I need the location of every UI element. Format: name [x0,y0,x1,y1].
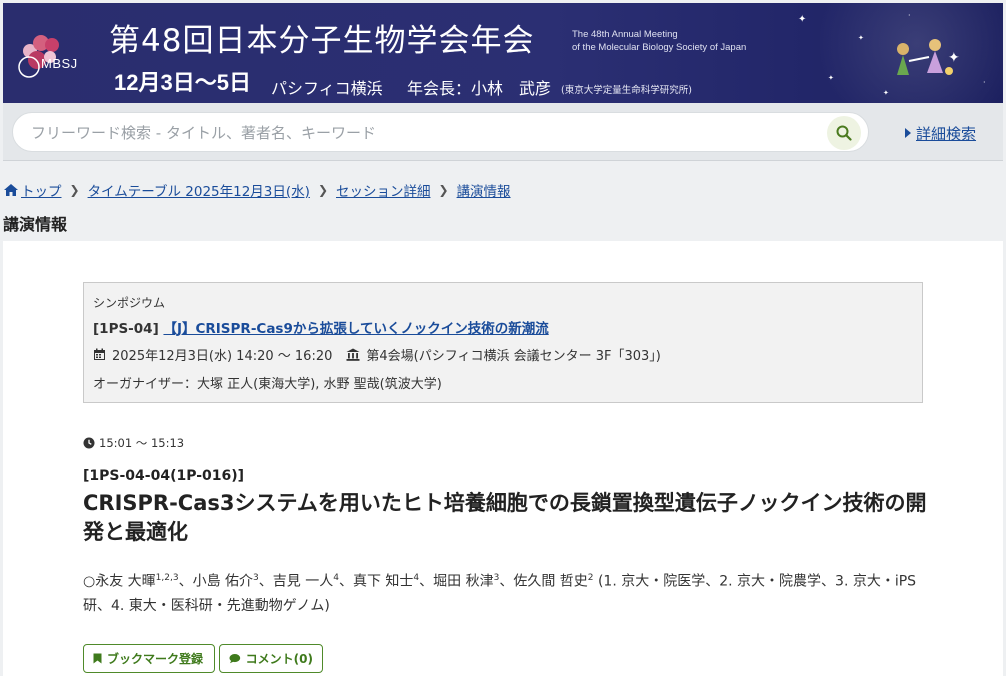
comment-icon [229,654,241,664]
bookmark-icon [93,653,102,664]
caret-right-icon [905,128,911,138]
talk-title: CRISPR-Cas3システムを用いたヒト培養細胞での長鎖置換型遺伝子ノックイン… [83,491,927,544]
author-list: ○永友 大暉1,2,3、小島 佑介3、吉見 一人4、真下 知士4、堀田 秋津3、… [83,573,917,614]
breadcrumb: トップ ❯ タイムテーブル 2025年12月3日(水) ❯ セッション詳細 ❯ … [3,180,511,200]
page-title: 講演情報 [3,215,68,234]
chevron-right-icon: ❯ [69,183,80,197]
dancing-figures-illustration [897,39,953,75]
search-box [12,112,869,152]
conference-dates-text: 12月3日〜5日 [114,70,251,95]
conference-banner[interactable]: ✦ ✦ · ✦ ✦ · ✦ MBSJ 第48回日本分子生物学会年会 The 48… [3,3,1003,103]
session-title-link[interactable]: 【J】CRISPR-Cas9から拡張していくノックイン技術の新潮流 [163,321,548,337]
conference-dates: 12月3日〜5日 [114,65,251,97]
session-datetime: 2025年12月3日(水) 14:20 〜 16:20 [112,349,333,364]
comment-label: コメント(0) [245,652,313,666]
session-type: シンポジウム [93,296,166,310]
advanced-search-label: 詳細検索 [916,125,977,143]
author-affiliation-number: 4 [413,573,420,583]
session-room: 第4会場(パシフィコ横浜 会議センター 3F「303」) [366,349,661,364]
session-info-box: シンポジウム [1PS-04] 【J】CRISPR-Cas9から拡張していくノッ… [83,282,923,403]
breadcrumb-talk[interactable]: 講演情報 [457,180,511,200]
author-affiliation-number: 3 [253,573,259,583]
author-name: 佐久間 哲史 [513,573,588,590]
comment-button[interactable]: コメント(0) [219,644,323,673]
building-icon [346,348,360,361]
president-institution: (東京大学定量生命科学研究所) [561,85,692,96]
talk-time: 15:01 〜 15:13 [83,435,184,451]
chevron-right-icon: ❯ [317,183,328,197]
conference-subtitle-en: The 48th Annual Meeting of the Molecular… [572,29,747,53]
author-name: 堀田 秋津 [433,573,494,590]
search-bar-area: 詳細検索 [3,103,1003,161]
session-meta: 2025年12月3日(水) 14:20 〜 16:20 第4会場(パシフィコ横浜… [93,345,661,364]
conference-venue: パシフィコ横浜 [271,79,383,98]
breadcrumb-timetable[interactable]: タイムテーブル 2025年12月3日(水) [88,180,310,200]
author-name: 真下 知士 [352,573,414,590]
author-name: 小島 佑介 [192,573,254,590]
home-icon [4,184,18,196]
chevron-right-icon: ❯ [438,183,449,197]
bookmark-button[interactable]: ブックマーク登録 [83,644,215,673]
session-organizers: オーガナイザー：大塚 正人(東海大学), 水野 聖哉(筑波大学) [93,377,442,392]
author-affiliation-number: 4 [333,573,339,583]
advanced-search-link[interactable]: 詳細検索 [905,123,976,144]
conference-president: 年会長：小林 武彦 [407,79,552,98]
bookmark-label: ブックマーク登録 [107,652,204,666]
author-name: ○永友 大暉 [83,573,156,590]
author-affiliation-number: 1,2,3 [155,573,179,583]
author-name: 吉見 一人 [272,573,334,590]
clock-icon [83,437,95,449]
session-title: [1PS-04] 【J】CRISPR-Cas9から拡張していくノックイン技術の新… [93,317,549,337]
conference-title: 第48回日本分子生物学会年会 [109,23,535,59]
talk-code: [1PS-04-04(1P-016)] [83,468,245,484]
author-affiliation-number: 3 [493,573,500,583]
talk-detail-card: シンポジウム [1PS-04] 【J】CRISPR-Cas9から拡張していくノッ… [3,241,1003,676]
logo-text: MBSJ [41,56,78,71]
search-button[interactable] [827,116,861,150]
breadcrumb-top[interactable]: トップ [21,180,62,200]
calendar-icon [94,348,105,360]
search-input[interactable] [31,121,811,145]
session-code: [1PS-04] [93,321,159,337]
talk-time-text: 15:01 〜 15:13 [99,436,185,450]
search-icon [836,125,852,141]
breadcrumb-session[interactable]: セッション詳細 [336,180,431,200]
author-affiliation-number: 2 [587,573,594,583]
